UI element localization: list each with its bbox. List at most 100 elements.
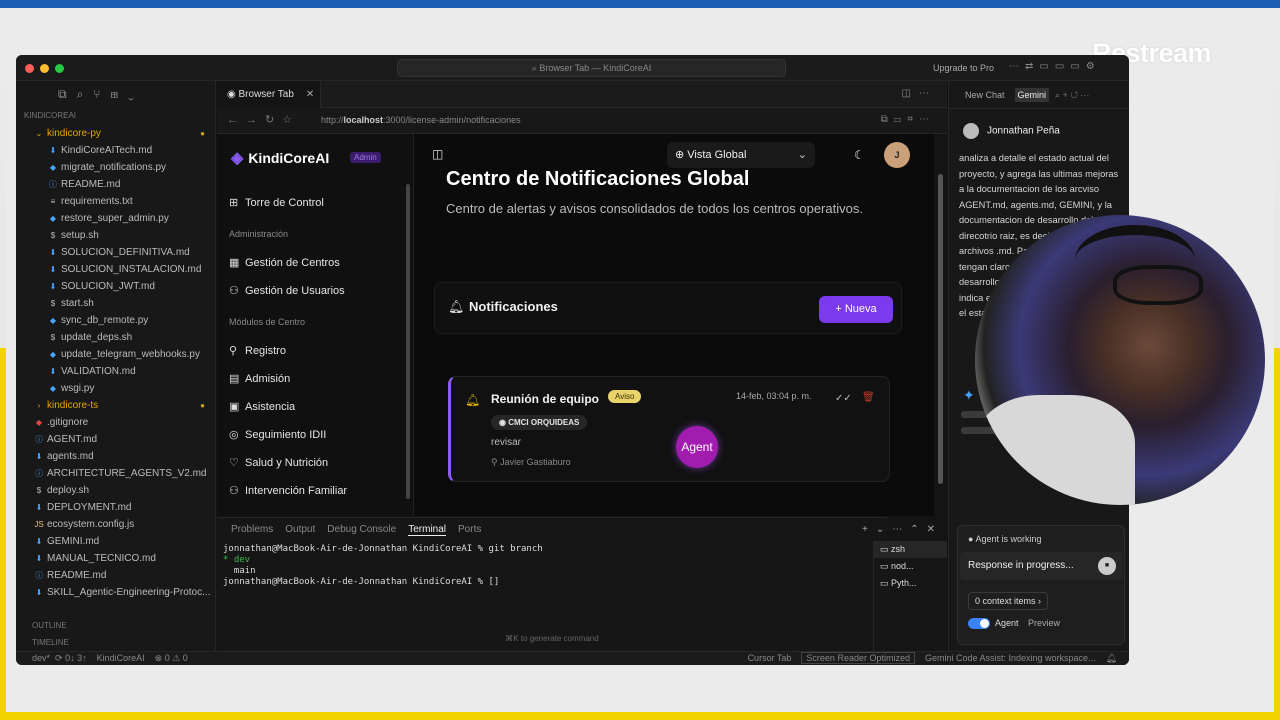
navigation-buttons[interactable]: ←→↻☆	[227, 113, 300, 126]
preview-label[interactable]: Preview	[1028, 618, 1060, 628]
new-chat-tab[interactable]: New Chat	[965, 90, 1005, 100]
folder-item[interactable]: › kindicore-ts ●	[16, 397, 215, 414]
outline-section[interactable]: OUTLINE	[16, 617, 215, 634]
info-icon: ⓘ	[35, 435, 43, 444]
file-item[interactable]: ⬇ KindiCoreAITech.md	[16, 142, 215, 159]
screen-reader-status[interactable]: Screen Reader Optimized	[801, 652, 915, 664]
file-item[interactable]: ◆ sync_db_remote.py	[16, 312, 215, 329]
agent-mode-toggle[interactable]	[968, 618, 990, 629]
file-label: restore_super_admin.py	[61, 213, 169, 224]
context-items-button[interactable]: 0 context items ›	[968, 592, 1049, 610]
timeline-section[interactable]: TIMELINE	[16, 634, 215, 651]
delete-icon[interactable]: 🗑︎	[862, 392, 875, 403]
panel-tab-debug-console[interactable]: Debug Console	[327, 524, 396, 535]
file-item[interactable]: ◆ update_telegram_webhooks.py	[16, 346, 215, 363]
new-notification-button[interactable]: + Nueva	[819, 296, 893, 323]
gemini-tab[interactable]: Gemini	[1014, 88, 1050, 102]
file-item[interactable]: ⬇ MANUAL_TECNICO.md	[16, 550, 215, 567]
nav-intervencion-familiar[interactable]: ⚇ Intervención Familiar	[229, 484, 347, 497]
file-item[interactable]: ◆ wsgi.py	[16, 380, 215, 397]
panel-tab-problems[interactable]: Problems	[231, 524, 273, 535]
panel-tab-terminal[interactable]: Terminal	[408, 524, 447, 536]
explorer-toolbar[interactable]: ⧉⌕⑂⊞⌄	[16, 81, 215, 109]
agent-fab-button[interactable]: Agent	[676, 426, 718, 468]
nav-salud-nutricion[interactable]: ♡ Salud y Nutrición	[229, 456, 328, 469]
file-item[interactable]: $ deploy.sh	[16, 482, 215, 499]
page-scrollbar[interactable]	[934, 134, 947, 516]
browser-tools[interactable]: ⧉▭⌗⋯	[881, 114, 935, 125]
panel-tab-ports[interactable]: Ports	[458, 524, 481, 535]
file-item[interactable]: $ update_deps.sh	[16, 329, 215, 346]
file-item[interactable]: ⬇ SOLUCION_DEFINITIVA.md	[16, 244, 215, 261]
file-explorer: ⧉⌕⑂⊞⌄ KINDICOREAI ⌄ kindicore-py ● ⬇ KindiCo…	[16, 81, 216, 651]
problems-status[interactable]: ⊗ 0 ⚠ 0	[155, 653, 188, 663]
theme-toggle-icon[interactable]: ☾	[854, 148, 865, 162]
terminal-output[interactable]: jonnathan@MacBook-Air-de-Jonnathan Kindi…	[217, 542, 887, 588]
branch-status[interactable]: dev*	[32, 653, 50, 663]
info-icon: ⓘ	[35, 571, 43, 580]
ide-window: ⌕ Browser Tab — KindiCoreAI Upgrade to P…	[16, 55, 1129, 665]
cursor-tab-status[interactable]: Cursor Tab	[748, 653, 792, 663]
browser-tab[interactable]: ◉ Browser Tab ✕	[217, 81, 321, 108]
user-avatar[interactable]: J	[884, 142, 910, 168]
file-item[interactable]: $ start.sh	[16, 295, 215, 312]
terminal-session-zsh[interactable]: ▭ zsh	[874, 541, 947, 558]
globe-icon: ⊕	[675, 149, 688, 161]
folder-item[interactable]: ⌄ kindicore-py ●	[16, 125, 215, 142]
file-item[interactable]: ⓘ README.md	[16, 567, 215, 584]
info-icon: ⓘ	[35, 469, 43, 478]
file-item[interactable]: $ setup.sh	[16, 227, 215, 244]
file-item[interactable]: ⬇ GEMINI.md	[16, 533, 215, 550]
panel-tab-output[interactable]: Output	[285, 524, 315, 535]
nav-admision[interactable]: ▤ Admisión	[229, 372, 290, 385]
file-label: wsgi.py	[61, 383, 95, 394]
nav-torre-de-control[interactable]: ⊞ Torre de Control	[229, 196, 324, 209]
bell-icon[interactable]: 🔔︎	[1106, 653, 1117, 663]
sidebar-toggle-icon[interactable]: ◫	[432, 147, 443, 161]
terminal-line: jonnathan@MacBook-Air-de-Jonnathan Kindi…	[223, 544, 543, 554]
file-item[interactable]: ◆ .gitignore	[16, 414, 215, 431]
file-item[interactable]: ⬇ DEPLOYMENT.md	[16, 499, 215, 516]
maximize-window-button[interactable]	[55, 64, 64, 73]
sidebar-scrollbar[interactable]	[406, 184, 410, 499]
minimize-window-button[interactable]	[40, 64, 49, 73]
file-item[interactable]: ⬇ VALIDATION.md	[16, 363, 215, 380]
url-field[interactable]: http://localhost:3000/license-admin/noti…	[321, 115, 521, 125]
command-center[interactable]: ⌕ Browser Tab — KindiCoreAI	[397, 59, 786, 77]
nav-seguimiento[interactable]: ◎ Seguimiento IDII	[229, 428, 326, 441]
mark-read-icon[interactable]: ✓✓	[835, 393, 852, 404]
nav-gestion-centros[interactable]: ▦ Gestión de Centros	[229, 256, 340, 269]
page-scrollbar-thumb[interactable]	[938, 174, 943, 484]
terminal-session-node[interactable]: ▭ nod...	[874, 558, 947, 575]
file-item[interactable]: ⓘ AGENT.md	[16, 431, 215, 448]
file-item[interactable]: ⬇ agents.md	[16, 448, 215, 465]
file-item[interactable]: ≡ requirements.txt	[16, 193, 215, 210]
scope-select[interactable]: ⊕ Vista Global ⌄	[667, 142, 815, 168]
file-item[interactable]: ⬇ SOLUCION_INSTALACION.md	[16, 261, 215, 278]
file-item[interactable]: ⓘ README.md	[16, 176, 215, 193]
layout-icons[interactable]: ⋯⇄▭▭▭⚙	[1009, 61, 1101, 72]
terminal-session-python[interactable]: ▭ Pyth...	[874, 575, 947, 592]
gemini-status[interactable]: Gemini Code Assist: Indexing workspace..…	[925, 653, 1096, 663]
nav-asistencia[interactable]: ▣ Asistencia	[229, 400, 295, 413]
nav-gestion-usuarios[interactable]: ⚇ Gestión de Usuarios	[229, 284, 345, 297]
stop-icon[interactable]: ■	[1098, 557, 1116, 575]
file-label: sync_db_remote.py	[61, 315, 149, 326]
editor-actions[interactable]: ◫⋯	[902, 88, 937, 99]
file-item[interactable]: ⓘ ARCHITECTURE_AGENTS_V2.md	[16, 465, 215, 482]
file-item[interactable]: ◆ migrate_notifications.py	[16, 159, 215, 176]
terminal-toolbar[interactable]: +⌄⋯⌃✕	[862, 524, 943, 535]
nav-registro[interactable]: ⚲ Registro	[229, 344, 286, 357]
close-window-button[interactable]	[25, 64, 34, 73]
close-tab-icon[interactable]: ✕	[306, 89, 314, 100]
chat-actions-icon[interactable]: ⌕ + ↺ ⋯	[1055, 90, 1089, 100]
file-item[interactable]: ⬇ SKILL_Agentic-Engineering-Protoc...	[16, 584, 215, 601]
file-item[interactable]: ⬇ SOLUCION_JWT.md	[16, 278, 215, 295]
upgrade-link[interactable]: Upgrade to Pro	[933, 63, 994, 73]
terminal-panel: Problems Output Debug Console Terminal Ports…	[217, 517, 935, 651]
sync-status[interactable]: ⟳ 0↓ 3↑	[55, 653, 87, 663]
file-item[interactable]: ◆ restore_super_admin.py	[16, 210, 215, 227]
notification-card[interactable]: 🔔︎ Reunión de equipo Aviso 14-feb, 03:04…	[448, 376, 890, 482]
file-label: README.md	[61, 179, 121, 190]
file-item[interactable]: JS ecosystem.config.js	[16, 516, 215, 533]
